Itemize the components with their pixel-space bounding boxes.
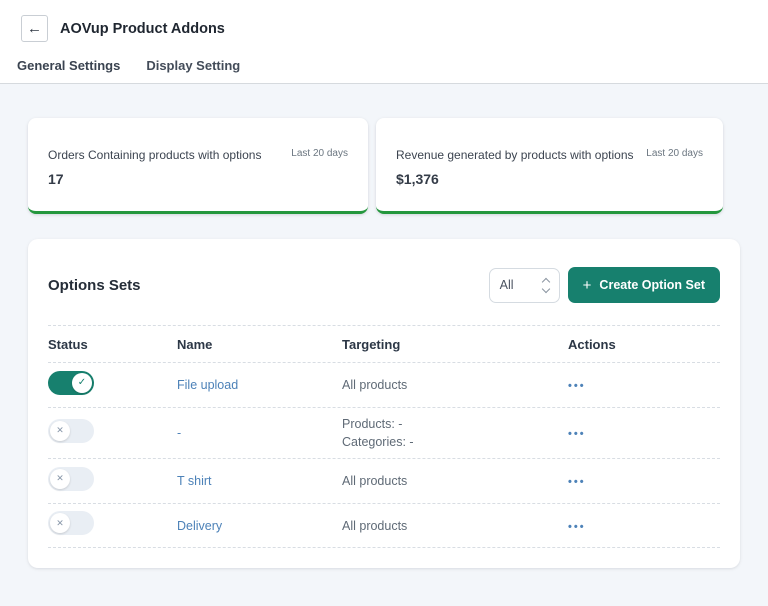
targeting-value: All products	[342, 377, 408, 392]
options-sets-header: Options Sets All + Create Option Set	[48, 239, 720, 325]
row-actions-ellipsis-icon[interactable]: •••	[568, 428, 586, 440]
column-header-targeting: Targeting	[342, 336, 401, 352]
targeting-value: Products: -	[342, 417, 403, 431]
option-set-name-link[interactable]: Delivery	[177, 519, 222, 533]
stat-label: Revenue generated by products with optio…	[396, 148, 634, 162]
option-set-name-link[interactable]: File upload	[177, 378, 238, 392]
table-row: ✕ Delivery All products •••	[48, 503, 720, 549]
top-header: ← AOVup Product Addons General Settings …	[0, 0, 768, 83]
row-actions-ellipsis-icon[interactable]: •••	[568, 521, 586, 533]
tab-display-setting[interactable]: Display Setting	[146, 58, 240, 73]
tab-general-settings[interactable]: General Settings	[17, 58, 120, 73]
filter-selected-value: All	[499, 278, 514, 292]
check-icon: ✓	[72, 372, 92, 393]
table-header-row: Status Name Targeting Actions	[48, 325, 720, 362]
options-sets-card: Options Sets All + Create Option Set Sta…	[28, 239, 740, 569]
plus-icon: +	[582, 276, 592, 294]
status-toggle[interactable]: ✓	[48, 370, 94, 395]
stat-label: Orders Containing products with options	[48, 148, 262, 162]
stat-period: Last 20 days	[646, 148, 703, 159]
row-actions-ellipsis-icon[interactable]: •••	[568, 380, 586, 392]
stat-card-revenue: Revenue generated by products with optio…	[376, 118, 723, 214]
stat-value: $1,376	[396, 171, 439, 187]
page-title: AOVup Product Addons	[60, 20, 225, 37]
select-stepper-icon	[541, 277, 550, 293]
content-area: Orders Containing products with options …	[0, 84, 768, 569]
cross-icon: ✕	[50, 468, 70, 489]
targeting-value: All products	[342, 474, 408, 489]
create-option-set-button[interactable]: + Create Option Set	[567, 267, 720, 303]
targeting-value: All products	[342, 518, 408, 533]
column-header-name: Name	[177, 336, 213, 352]
create-option-set-label: Create Option Set	[599, 278, 705, 292]
option-set-name-link[interactable]: T shirt	[177, 474, 212, 488]
targeting-value: Categories: -	[342, 435, 414, 450]
cross-icon: ✕	[50, 513, 70, 534]
table-row: ✕ - Products: - Categories: - •••	[48, 407, 720, 458]
tab-bar: General Settings Display Setting	[17, 58, 745, 83]
row-actions-ellipsis-icon[interactable]: •••	[568, 476, 586, 488]
table-row: ✕ T shirt All products •••	[48, 458, 720, 503]
column-header-status: Status	[48, 336, 88, 352]
table-row: ✓ File upload All products •••	[48, 362, 720, 407]
status-toggle[interactable]: ✕	[48, 418, 94, 443]
status-toggle[interactable]: ✕	[48, 466, 94, 491]
cross-icon: ✕	[50, 420, 70, 441]
back-button[interactable]: ←	[21, 15, 48, 42]
stat-value: 17	[48, 171, 64, 187]
header-row: ← AOVup Product Addons	[17, 15, 745, 42]
column-header-actions: Actions	[568, 336, 616, 352]
stat-cards-row: Orders Containing products with options …	[28, 118, 740, 214]
status-toggle[interactable]: ✕	[48, 511, 94, 536]
back-arrow-icon: ←	[27, 20, 42, 37]
options-sets-title: Options Sets	[48, 276, 141, 294]
option-set-name-link[interactable]: -	[177, 426, 181, 440]
stat-card-orders: Orders Containing products with options …	[28, 118, 368, 214]
filter-select[interactable]: All	[488, 267, 560, 303]
stat-period: Last 20 days	[291, 148, 348, 159]
